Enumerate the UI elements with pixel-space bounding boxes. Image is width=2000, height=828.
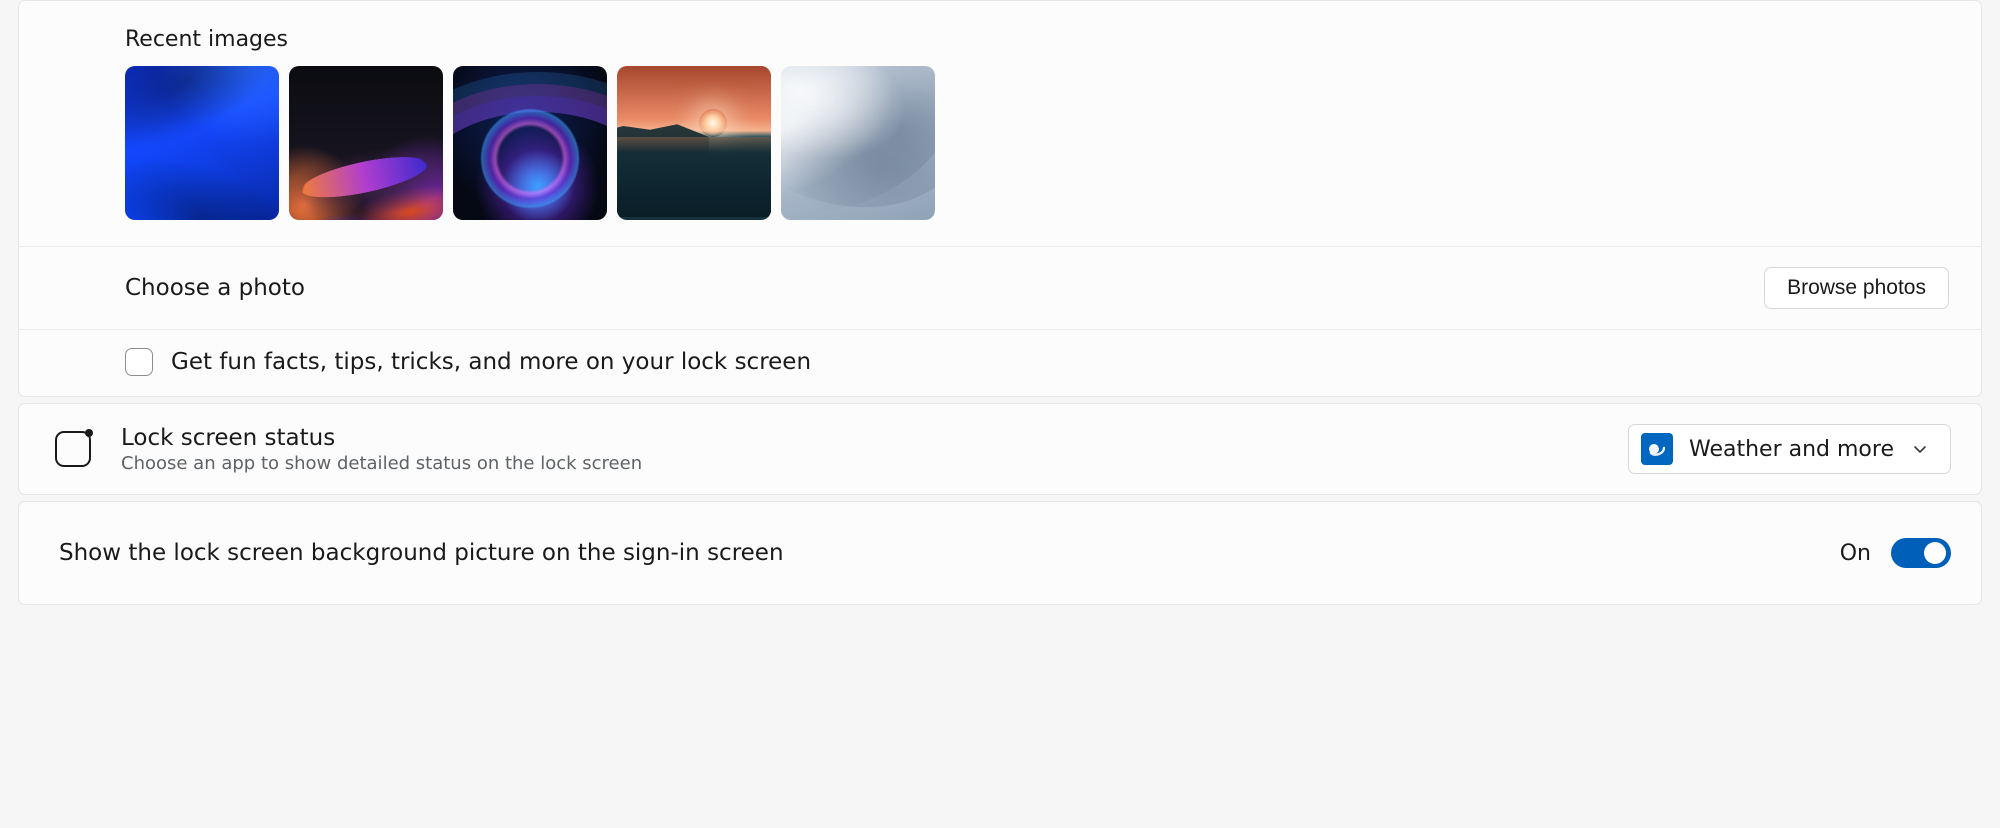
recent-image-2[interactable] [289, 66, 443, 220]
browse-photos-button[interactable]: Browse photos [1764, 267, 1949, 309]
recent-images-heading: Recent images [125, 27, 1875, 52]
lockscreen-background-card: Recent images Choose a photo Browse phot… [18, 0, 1982, 397]
status-app-dropdown[interactable]: Weather and more [1628, 424, 1951, 474]
recent-image-3[interactable] [453, 66, 607, 220]
status-left: Lock screen status Choose an app to show… [55, 425, 642, 474]
signin-toggle[interactable] [1891, 538, 1951, 568]
choose-photo-row: Choose a photo Browse photos [19, 247, 1981, 330]
recent-image-1[interactable] [125, 66, 279, 220]
signin-toggle-state: On [1840, 541, 1871, 566]
choose-photo-label: Choose a photo [125, 275, 305, 301]
recent-image-5[interactable] [781, 66, 935, 220]
fun-facts-label: Get fun facts, tips, tricks, and more on… [171, 349, 811, 375]
recent-image-4[interactable] [617, 66, 771, 220]
signin-background-card: Show the lock screen background picture … [18, 501, 1982, 605]
status-title: Lock screen status [121, 425, 642, 451]
status-subtitle: Choose an app to show detailed status on… [121, 453, 642, 474]
signin-background-label: Show the lock screen background picture … [59, 540, 784, 566]
recent-images-row [125, 66, 1875, 220]
weather-app-icon [1641, 433, 1673, 465]
fun-facts-checkbox[interactable] [125, 348, 153, 376]
chevron-down-icon [1910, 439, 1930, 459]
lockscreen-status-card: Lock screen status Choose an app to show… [18, 403, 1982, 495]
recent-images-section: Recent images [19, 1, 1981, 247]
fun-facts-row: Get fun facts, tips, tricks, and more on… [19, 330, 1981, 396]
status-app-selected: Weather and more [1689, 437, 1894, 462]
status-badge-icon [55, 431, 91, 467]
